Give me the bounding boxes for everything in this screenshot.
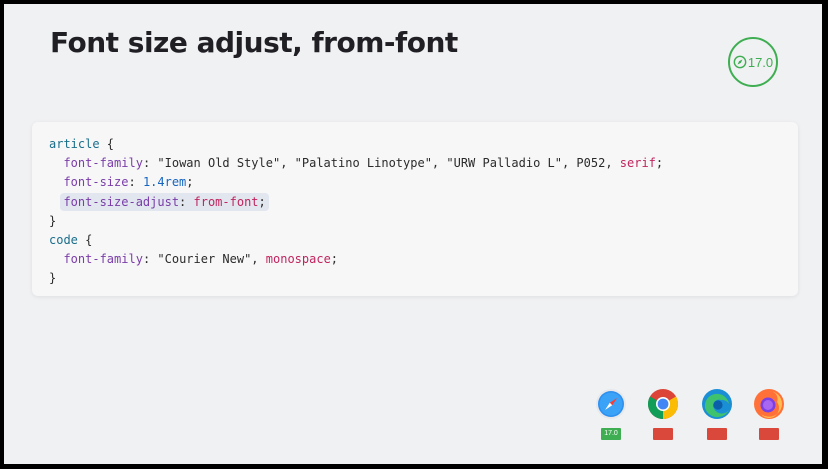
code-token: ; [186, 175, 194, 190]
code-token: monospace [265, 252, 331, 267]
code-line: font-family: "Iowan Old Style", "Palatin… [49, 154, 663, 173]
badge-version: 17.0 [747, 54, 774, 70]
code-line: } [49, 212, 663, 231]
code-token: "Iowan Old Style", "Palatino Linotype", … [157, 156, 620, 171]
code-token: font-size [63, 175, 129, 190]
browser-edge [700, 388, 736, 444]
code-token: { [99, 137, 115, 151]
safari-support-badge: 17.0 [601, 428, 621, 440]
code-block: article { font-family: "Iowan Old Style"… [32, 122, 798, 296]
code-token: code [49, 232, 78, 247]
code-token: ; [330, 252, 339, 267]
code-token: } [49, 271, 57, 286]
code-token: serif [619, 156, 656, 171]
firefox-icon [754, 389, 784, 419]
firefox-support-badge [759, 428, 779, 440]
code-token: from-font [193, 194, 259, 209]
code-line: font-size: 1.4rem; [49, 173, 663, 192]
page-title: Font size adjust, from-font [50, 26, 458, 59]
code-line: } [49, 269, 663, 288]
browser-firefox [752, 388, 788, 444]
browser-safari: 17.0 [594, 388, 630, 444]
edge-support-badge [707, 428, 727, 440]
code-token: : [142, 156, 158, 171]
code-token: font-family [63, 252, 143, 267]
code-token: ; [258, 194, 266, 209]
browser-support: 17.0 [4, 388, 822, 448]
slide: Font size adjust, from-font 17.0 article… [4, 4, 822, 464]
edge-icon [702, 389, 732, 419]
code-token: 1.4rem [142, 175, 187, 190]
code-token: : [142, 252, 158, 267]
code-token: : [179, 194, 194, 209]
browser-chrome [646, 388, 682, 444]
code-line: code { [49, 231, 663, 250]
chrome-support-badge [653, 428, 673, 440]
code-token: font-size-adjust [63, 194, 180, 209]
code-token: ; [655, 156, 664, 171]
code-line: font-family: "Courier New", monospace; [49, 250, 663, 269]
code-listing: article { font-family: "Iowan Old Style"… [49, 135, 663, 289]
code-token: } [49, 213, 57, 228]
highlighted-declaration: font-size-adjust: from-font; [60, 192, 269, 211]
version-badge: 17.0 [728, 37, 778, 87]
code-token: { [77, 232, 93, 247]
code-line: font-size-adjust: from-font; [49, 192, 663, 212]
code-line: article { [49, 135, 663, 154]
code-token: : [128, 175, 143, 190]
chrome-icon [647, 389, 679, 419]
code-token: "Courier New", [157, 252, 266, 267]
compass-icon [733, 55, 747, 69]
safari-icon [596, 389, 626, 419]
code-token: article [49, 137, 100, 151]
code-token: font-family [63, 156, 143, 171]
